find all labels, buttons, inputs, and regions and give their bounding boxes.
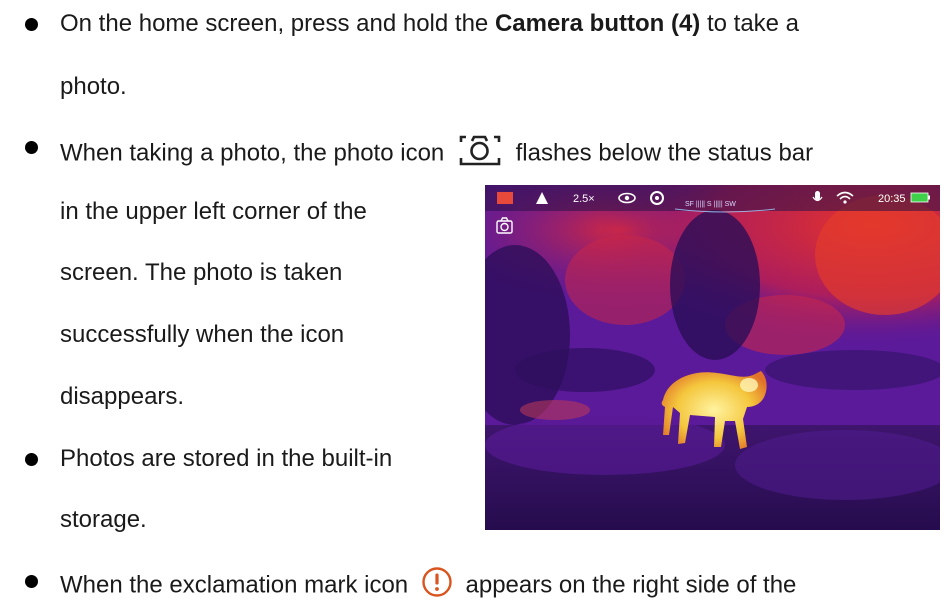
exclamation-warning-icon: [421, 566, 453, 606]
text-run: to take a: [700, 10, 800, 37]
text-run: When taking a photo, the photo icon: [60, 139, 445, 167]
bullet-2-line-2: in the upper left corner of the: [60, 198, 367, 225]
bullet-2-line-1: When taking a photo, the photo icon flas…: [60, 132, 813, 176]
text-run: When the exclamation mark icon: [60, 571, 409, 599]
mode-label: SF ||||| S ||||| SW: [685, 201, 736, 208]
text-run: On the home screen, press and hold the: [60, 10, 495, 37]
bullet-dot: [25, 141, 38, 154]
camera-button-reference: Camera button (4): [494, 10, 701, 37]
battery-icon: [910, 192, 930, 203]
bullet-dot: [25, 18, 38, 31]
bullet-2-line-3: screen. The photo is taken: [60, 259, 343, 286]
bullet-4-line-1: When the exclamation mark icon appears o…: [60, 566, 796, 606]
time-display: 20:35: [878, 193, 906, 205]
thermal-image-screenshot: 2.5× SF ||||| S ||||| SW 20:35: [485, 185, 940, 530]
bullet-dot: [25, 453, 38, 466]
bullet-3-line-2: storage.: [60, 506, 147, 533]
text-run: appears on the right side of the: [465, 571, 797, 599]
bullet-dot: [25, 575, 38, 588]
text-run: flashes below the status bar: [515, 139, 814, 167]
bullet-1-line-1: On the home screen, press and hold the C…: [60, 9, 799, 39]
palette-icon: [497, 192, 513, 204]
bullet-3-line-1: Photos are stored in the built-in: [60, 445, 393, 472]
bullet-2-line-4: successfully when the icon: [60, 321, 345, 348]
zoom-level: 2.5×: [573, 193, 595, 205]
bullet-2-line-5: disappears.: [60, 383, 185, 410]
bullet-1-line-2: photo.: [60, 73, 127, 100]
camera-icon: [457, 132, 503, 176]
